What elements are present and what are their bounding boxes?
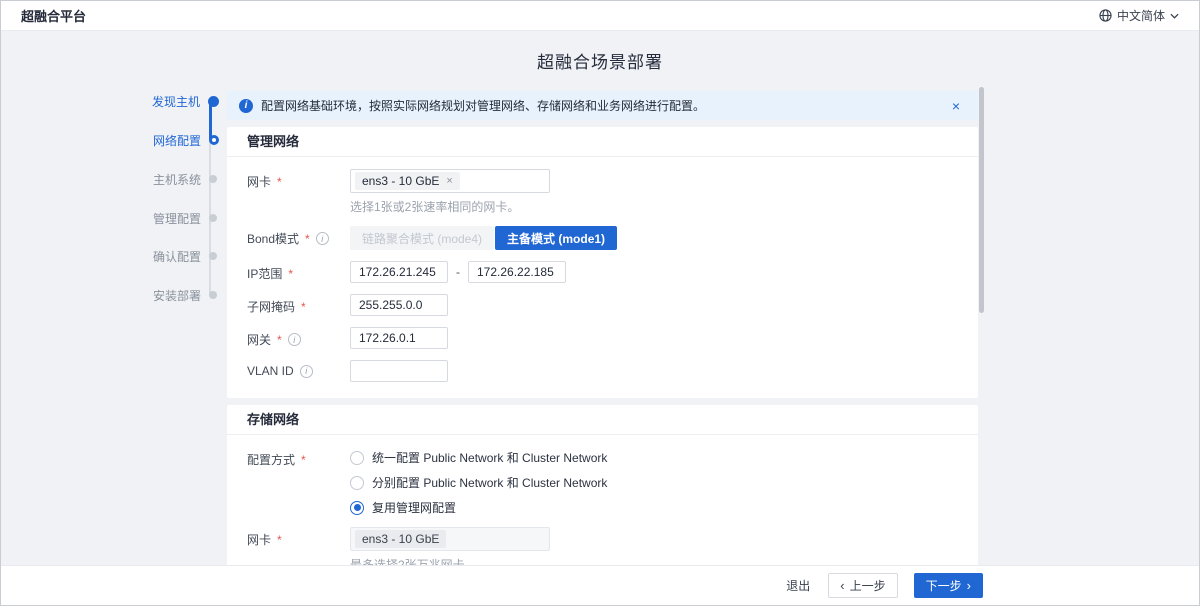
radio-icon-checked: [350, 501, 364, 515]
step-dot-pending: [209, 252, 217, 260]
radio-reuse-management[interactable]: 复用管理网配置: [350, 499, 607, 516]
info-banner: i 配置网络基础环境，按照实际网络规划对管理网络、存储网络和业务网络进行配置。 …: [227, 91, 978, 120]
globe-icon: [1099, 9, 1112, 22]
storage-nic-tag: ens3 - 10 GbE: [355, 530, 446, 548]
step-dot-pending: [209, 214, 217, 222]
radio-label: 统一配置 Public Network 和 Cluster Network: [372, 449, 607, 466]
language-label: 中文简体: [1117, 7, 1165, 24]
prev-step-button[interactable]: ‹ 上一步: [828, 573, 897, 598]
config-mode-label: 配置方式*: [247, 447, 350, 468]
required-mark: *: [301, 300, 306, 314]
required-mark: *: [277, 175, 282, 189]
bond-mode4-button[interactable]: 链路聚合模式 (mode4): [350, 226, 494, 250]
gateway-label: 网关* i: [247, 327, 350, 348]
step-label: 网络配置: [153, 132, 201, 149]
management-network-title: 管理网络: [227, 127, 978, 157]
vlan-input[interactable]: [350, 360, 448, 382]
step-dot-current: [209, 135, 219, 145]
storage-network-title: 存储网络: [227, 405, 978, 435]
nic-row: 网卡* ens3 - 10 GbE × 选择1张或2张速率相同的网卡。: [247, 169, 958, 215]
bond-mode1-button[interactable]: 主备模式 (mode1): [495, 226, 617, 250]
radio-unified-config[interactable]: 统一配置 Public Network 和 Cluster Network: [350, 449, 607, 466]
step-label: 主机系统: [153, 171, 201, 188]
nic-select[interactable]: ens3 - 10 GbE ×: [350, 169, 550, 193]
stepper-item-network-config[interactable]: 网络配置: [153, 133, 219, 147]
step-label: 确认配置: [153, 248, 201, 265]
bond-mode-label: Bond模式* i: [247, 226, 350, 247]
scrollbar-thumb[interactable]: [979, 87, 984, 313]
range-separator: -: [456, 265, 460, 279]
chevron-left-icon: ‹: [840, 579, 844, 592]
stepper-item-confirm-config[interactable]: 确认配置: [153, 249, 219, 263]
language-switcher[interactable]: 中文简体: [1099, 7, 1179, 24]
required-mark: *: [277, 533, 282, 547]
chevron-right-icon: ›: [967, 579, 971, 592]
exit-button[interactable]: 退出: [784, 573, 812, 598]
radio-separate-config[interactable]: 分别配置 Public Network 和 Cluster Network: [350, 474, 607, 491]
wizard-footer: 退出 ‹ 上一步 下一步 ›: [1, 565, 1199, 605]
nic-tag: ens3 - 10 GbE ×: [355, 172, 460, 190]
radio-icon: [350, 476, 364, 490]
required-mark: *: [288, 267, 293, 281]
storage-nic-label: 网卡*: [247, 527, 350, 548]
info-tooltip-icon[interactable]: i: [300, 365, 313, 378]
app-brand: 超融合平台: [21, 6, 86, 25]
vlan-label: VLAN ID i: [247, 360, 350, 378]
ip-range-start-input[interactable]: [350, 261, 448, 283]
config-mode-radio-group: 统一配置 Public Network 和 Cluster Network 分别…: [350, 447, 607, 516]
info-tooltip-icon[interactable]: i: [288, 333, 301, 346]
step-label: 发现主机: [152, 93, 200, 110]
step-label: 管理配置: [153, 210, 201, 227]
gateway-row: 网关* i: [247, 327, 958, 349]
info-tooltip-icon[interactable]: i: [316, 232, 329, 245]
bond-mode-group: 链路聚合模式 (mode4) 主备模式 (mode1): [350, 226, 617, 250]
banner-close-icon[interactable]: ×: [946, 99, 966, 113]
deployment-wizard-window: 超融合平台 中文简体 超融合场景部署 发现主机 网络配置 主机系统: [0, 0, 1200, 606]
radio-label: 分别配置 Public Network 和 Cluster Network: [372, 474, 607, 491]
stepper-item-discover-hosts[interactable]: 发现主机: [152, 94, 219, 108]
subnet-mask-label: 子网掩码*: [247, 294, 350, 315]
stepper-item-host-system[interactable]: 主机系统: [153, 172, 219, 186]
wizard-content: i 配置网络基础环境，按照实际网络规划对管理网络、存储网络和业务网络进行配置。 …: [227, 91, 978, 596]
nic-label: 网卡*: [247, 169, 350, 190]
info-icon: i: [239, 99, 253, 113]
ip-range-row: IP范围* -: [247, 261, 958, 283]
step-dot-pending: [209, 291, 217, 299]
radio-label: 复用管理网配置: [372, 499, 456, 516]
stepper-item-management-config[interactable]: 管理配置: [153, 211, 219, 225]
tag-remove-icon[interactable]: ×: [446, 175, 452, 187]
radio-icon: [350, 451, 364, 465]
ip-range-label: IP范围*: [247, 261, 350, 282]
step-label: 安装部署: [153, 287, 201, 304]
wizard-stepper: 发现主机 网络配置 主机系统 管理配置 确认配置 安装部署: [1, 1, 227, 605]
gateway-input[interactable]: [350, 327, 448, 349]
bond-mode-row: Bond模式* i 链路聚合模式 (mode4) 主备模式 (mode1): [247, 226, 958, 250]
subnet-mask-row: 子网掩码*: [247, 294, 958, 316]
subnet-mask-input[interactable]: [350, 294, 448, 316]
config-mode-row: 配置方式* 统一配置 Public Network 和 Cluster Netw…: [247, 447, 958, 516]
vlan-row: VLAN ID i: [247, 360, 958, 382]
required-mark: *: [301, 453, 306, 467]
required-mark: *: [305, 232, 310, 246]
management-network-card: 管理网络 网卡* ens3 - 10 GbE × 选择1张或2张速率相同的网: [227, 127, 978, 398]
ip-range-end-input[interactable]: [468, 261, 566, 283]
storage-network-card: 存储网络 配置方式* 统一配置 Public Network 和 Cluster…: [227, 405, 978, 589]
step-dot-pending: [209, 175, 217, 183]
nic-hint: 选择1张或2张速率相同的网卡。: [350, 198, 550, 215]
step-dot-done: [208, 96, 219, 107]
stepper-item-install-deploy[interactable]: 安装部署: [153, 288, 219, 302]
next-step-button[interactable]: 下一步 ›: [914, 573, 983, 598]
chevron-down-icon: [1170, 13, 1179, 19]
info-banner-text: 配置网络基础环境，按照实际网络规划对管理网络、存储网络和业务网络进行配置。: [261, 97, 938, 114]
storage-nic-select-disabled: ens3 - 10 GbE: [350, 527, 550, 551]
top-bar: 超融合平台 中文简体: [1, 1, 1199, 31]
required-mark: *: [277, 333, 282, 347]
